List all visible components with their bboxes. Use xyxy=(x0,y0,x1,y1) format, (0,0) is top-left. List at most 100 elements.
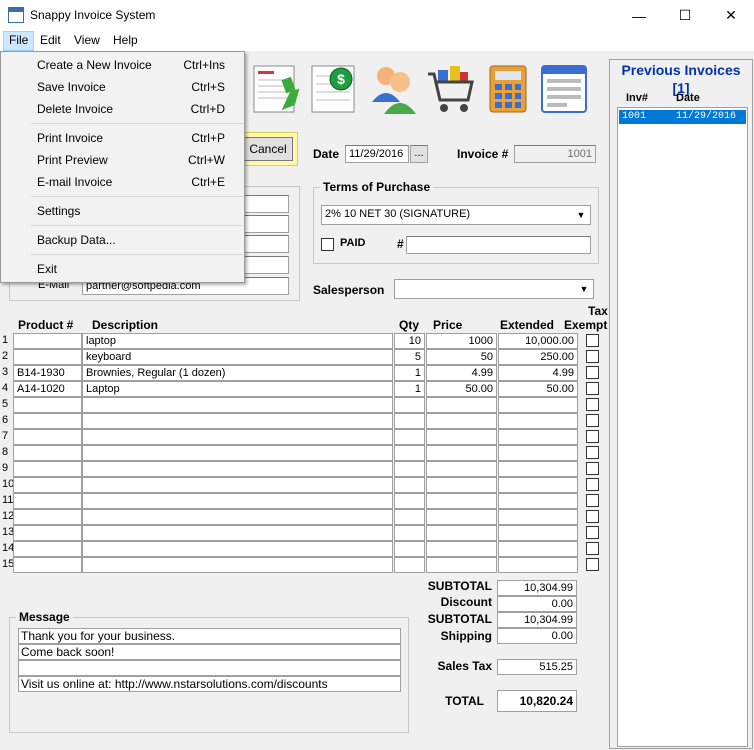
price-cell[interactable]: 50.00 xyxy=(426,381,497,397)
paid-number-field[interactable] xyxy=(406,236,591,254)
product-cell[interactable] xyxy=(13,557,82,573)
product-cell[interactable] xyxy=(13,349,82,365)
tax-exempt-checkbox[interactable] xyxy=(586,558,599,571)
qty-cell[interactable] xyxy=(394,541,425,557)
qty-cell[interactable] xyxy=(394,413,425,429)
tax-exempt-checkbox[interactable] xyxy=(586,494,599,507)
customer-field-1[interactable] xyxy=(242,195,289,213)
description-cell[interactable] xyxy=(82,413,393,429)
date-field[interactable]: 11/29/2016 xyxy=(345,145,409,163)
price-cell[interactable] xyxy=(426,509,497,525)
product-cell[interactable] xyxy=(13,333,82,349)
customer-field-3[interactable] xyxy=(242,235,289,253)
shipping-field[interactable]: 0.00 xyxy=(497,628,577,644)
extended-cell[interactable]: 4.99 xyxy=(498,365,578,381)
tax-exempt-checkbox[interactable] xyxy=(586,382,599,395)
previous-invoice-row[interactable]: 1001 11/29/2016 xyxy=(619,110,746,124)
cart-icon[interactable] xyxy=(424,62,476,116)
description-cell[interactable] xyxy=(82,541,393,557)
menu-item-email-invoice[interactable]: E-mail Invoice Ctrl+E xyxy=(2,171,243,193)
qty-cell[interactable]: 10 xyxy=(394,333,425,349)
message-line-3[interactable] xyxy=(18,660,401,676)
price-cell[interactable]: 4.99 xyxy=(426,365,497,381)
tax-exempt-checkbox[interactable] xyxy=(586,526,599,539)
product-cell[interactable] xyxy=(13,525,82,541)
product-cell[interactable] xyxy=(13,429,82,445)
price-cell[interactable]: 50 xyxy=(426,349,497,365)
qty-cell[interactable]: 5 xyxy=(394,349,425,365)
extended-cell[interactable] xyxy=(498,445,578,461)
product-cell[interactable] xyxy=(13,509,82,525)
settings-window-icon[interactable] xyxy=(538,62,590,116)
product-cell[interactable]: A14-1020 xyxy=(13,381,82,397)
customer-field-2[interactable] xyxy=(242,215,289,233)
tax-exempt-checkbox[interactable] xyxy=(586,334,599,347)
tax-exempt-checkbox[interactable] xyxy=(586,398,599,411)
menu-item-print-preview[interactable]: Print Preview Ctrl+W xyxy=(2,149,243,171)
message-line-4[interactable]: Visit us online at: http://www.nstarsolu… xyxy=(18,676,401,692)
extended-cell[interactable] xyxy=(498,461,578,477)
description-cell[interactable] xyxy=(82,493,393,509)
description-cell[interactable]: Brownies, Regular (1 dozen) xyxy=(82,365,393,381)
qty-cell[interactable] xyxy=(394,461,425,477)
description-cell[interactable] xyxy=(82,509,393,525)
export-invoice-icon[interactable] xyxy=(250,62,302,116)
discount-field[interactable]: 0.00 xyxy=(497,596,577,612)
extended-cell[interactable] xyxy=(498,525,578,541)
qty-cell[interactable] xyxy=(394,557,425,573)
qty-cell[interactable] xyxy=(394,445,425,461)
menu-item-exit[interactable]: Exit xyxy=(2,258,243,280)
menu-view[interactable]: View xyxy=(69,31,105,51)
extended-cell[interactable] xyxy=(498,509,578,525)
extended-cell[interactable] xyxy=(498,557,578,573)
product-cell[interactable]: B14-1930 xyxy=(13,365,82,381)
message-line-2[interactable]: Come back soon! xyxy=(18,644,401,660)
terms-select[interactable]: 2% 10 NET 30 (SIGNATURE) ▼ xyxy=(321,205,591,225)
description-cell[interactable] xyxy=(82,557,393,573)
menu-item-backup-data[interactable]: Backup Data... xyxy=(2,229,243,251)
description-cell[interactable] xyxy=(82,525,393,541)
salesperson-select[interactable]: ▼ xyxy=(394,279,594,299)
price-cell[interactable]: 1000 xyxy=(426,333,497,349)
product-cell[interactable] xyxy=(13,541,82,557)
extended-cell[interactable] xyxy=(498,429,578,445)
minimize-button[interactable]: — xyxy=(616,0,662,31)
qty-cell[interactable] xyxy=(394,397,425,413)
previous-invoices-list[interactable]: 1001 11/29/2016 xyxy=(617,107,748,747)
close-button[interactable]: ✕ xyxy=(708,0,754,31)
tax-exempt-checkbox[interactable] xyxy=(586,542,599,555)
extended-cell[interactable] xyxy=(498,493,578,509)
tax-exempt-checkbox[interactable] xyxy=(586,446,599,459)
description-cell[interactable] xyxy=(82,445,393,461)
customer-field-4[interactable] xyxy=(242,256,289,274)
menu-help[interactable]: Help xyxy=(108,31,143,51)
menu-edit[interactable]: Edit xyxy=(35,31,66,51)
product-cell[interactable] xyxy=(13,413,82,429)
date-picker-button[interactable]: ... xyxy=(410,145,428,163)
price-cell[interactable] xyxy=(426,413,497,429)
qty-cell[interactable]: 1 xyxy=(394,381,425,397)
paid-checkbox[interactable] xyxy=(321,238,334,251)
message-line-1[interactable]: Thank you for your business. xyxy=(18,628,401,644)
invoice-number-field[interactable]: 1001 xyxy=(514,145,596,163)
product-cell[interactable] xyxy=(13,477,82,493)
qty-cell[interactable] xyxy=(394,429,425,445)
calculator-icon[interactable] xyxy=(482,62,534,116)
price-cell[interactable] xyxy=(426,541,497,557)
tax-exempt-checkbox[interactable] xyxy=(586,350,599,363)
price-cell[interactable] xyxy=(426,445,497,461)
price-cell[interactable] xyxy=(426,525,497,541)
description-cell[interactable]: keyboard xyxy=(82,349,393,365)
qty-cell[interactable] xyxy=(394,477,425,493)
qty-cell[interactable] xyxy=(394,509,425,525)
description-cell[interactable] xyxy=(82,429,393,445)
menu-item-create-invoice[interactable]: Create a New Invoice Ctrl+Ins xyxy=(2,54,243,76)
product-cell[interactable] xyxy=(13,445,82,461)
tax-exempt-checkbox[interactable] xyxy=(586,462,599,475)
qty-cell[interactable] xyxy=(394,525,425,541)
menu-item-print-invoice[interactable]: Print Invoice Ctrl+P xyxy=(2,127,243,149)
customers-icon[interactable] xyxy=(368,62,420,116)
payments-icon[interactable]: $ xyxy=(308,62,360,116)
cancel-button[interactable]: Cancel xyxy=(243,137,293,161)
menu-item-delete-invoice[interactable]: Delete Invoice Ctrl+D xyxy=(2,98,243,120)
